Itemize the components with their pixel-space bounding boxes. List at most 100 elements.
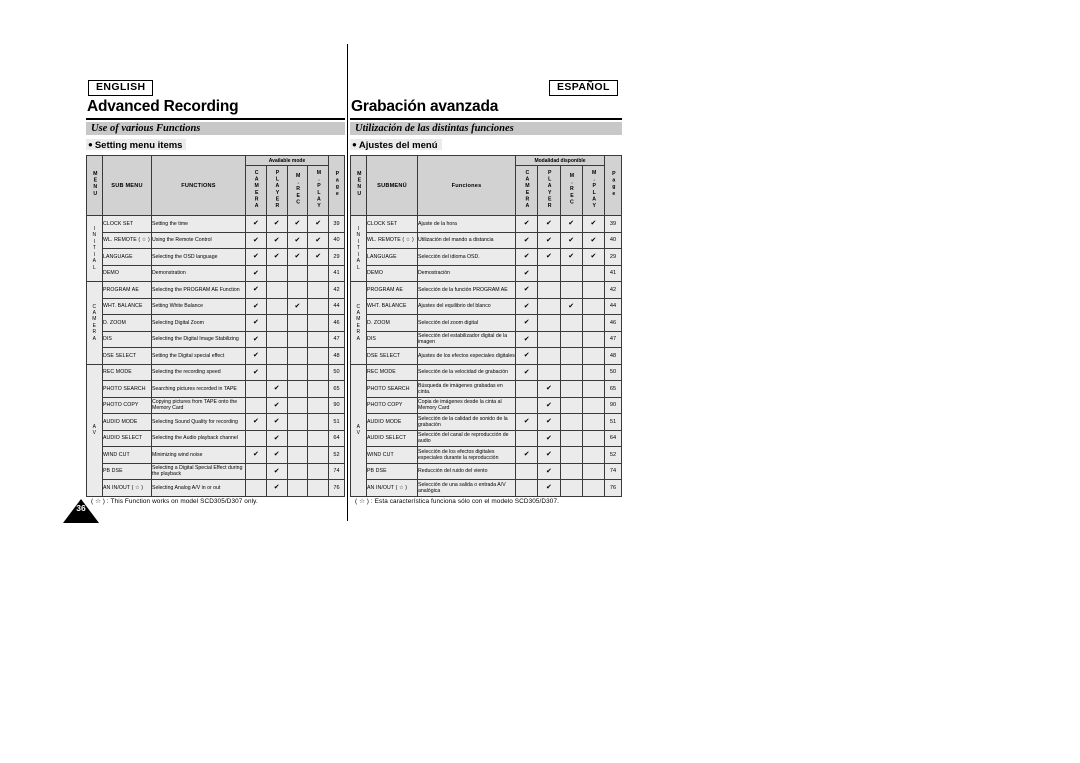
cell-function: Utilización del mando a distancia [417, 231, 516, 249]
table-row: A V REC MODE Selección de la velocidad de g… [350, 363, 622, 497]
cell-mode-mrec [286, 396, 309, 414]
footnote-spanish: ( ☆ ) : Esta característica funciona sól… [355, 498, 559, 505]
header-mode-player: PLAYER [537, 165, 561, 216]
cell-page: 74 [604, 462, 622, 480]
cell-sub-menu: PHOTO SEARCH [102, 380, 152, 398]
manual-page: ENGLISH Advanced Recording Use of variou… [0, 0, 1080, 763]
cell-mode-mrec [559, 314, 583, 332]
cell-mode-camera: ✔ [514, 363, 539, 381]
cell-mode-mrec: ✔ [559, 297, 583, 315]
cell-function: Ajustes del equilibrio del blanco [417, 297, 516, 315]
cell-mode-mrec [286, 264, 309, 282]
cell-mode-player: ✔ [537, 215, 561, 233]
menu-items-table-spanish: MENU SUBMENÚ Funciones Modalidad disponible… [350, 155, 622, 497]
cell-sub-menu: WIND CUT [102, 446, 152, 464]
cell-mode-mplay [581, 264, 606, 282]
cell-mode-player [265, 314, 288, 332]
cell-mode-mrec [559, 281, 583, 299]
table-row: D. ZOOM Selección del zoom digital ✔ 46 [351, 314, 622, 332]
table-row: I N I T I A L CLOCK SET Ajuste de la hora ✔ ✔ ✔ ✔ 39 [350, 215, 622, 282]
cell-sub-menu: REC MODE [102, 363, 152, 381]
table-row: I N I T I A L CLOCK SET Setting the time ✔ ✔ ✔ ✔ 39 [86, 215, 345, 282]
cell-sub-menu: LANGUAGE [102, 248, 152, 266]
cell-mode-mrec [559, 446, 583, 464]
table-row: AN IN/OUT ( ☆ ) Selección de una salida o… [351, 479, 622, 497]
cell-mode-mplay [581, 330, 606, 348]
cell-mode-mrec [559, 380, 583, 398]
cell-mode-camera: ✔ [514, 446, 539, 464]
cell-mode-mplay [581, 479, 606, 497]
cell-mode-player: ✔ [537, 479, 561, 497]
page-title-spanish: Grabación avanzada [351, 98, 499, 115]
cell-sub-menu: AUDIO SELECT [102, 429, 152, 447]
cell-sub-menu: DEMO [366, 264, 418, 282]
cell-function: Selección del zoom digital [417, 314, 516, 332]
cell-mode-camera: ✔ [245, 215, 267, 233]
cell-sub-menu: PHOTO COPY [102, 396, 152, 414]
cell-mode-camera: ✔ [514, 264, 539, 282]
cell-page: 74 [328, 462, 345, 480]
cell-mode-player [537, 264, 561, 282]
table-row: PB DSE Reducción del ruido del viento ✔ 74 [351, 462, 622, 480]
header-mode-camera: CAMERA [514, 165, 539, 216]
header-sub-menu: SUBMENÚ [366, 155, 418, 216]
table-row: D. ZOOM Selecting Digital Zoom ✔ 46 [87, 314, 345, 332]
language-tag-english: ENGLISH [88, 80, 154, 96]
cell-function: Selección del canal de reproducción de a… [417, 429, 516, 447]
cell-mode-camera: ✔ [245, 248, 267, 266]
cell-mode-mrec: ✔ [286, 231, 309, 249]
cell-mode-player: ✔ [265, 479, 288, 497]
cell-function: Ajuste de la hora [417, 215, 516, 233]
header-functions: Funciones [417, 155, 516, 216]
cell-mode-mplay: ✔ [581, 215, 606, 233]
cell-mode-camera: ✔ [245, 446, 267, 464]
cell-function: Setting White Balance [151, 297, 246, 315]
cell-function: Selección del idioma OSD. [417, 248, 516, 266]
cell-page: 42 [328, 281, 345, 299]
cell-sub-menu: LANGUAGE [366, 248, 418, 266]
table-row: WHT. BALANCE Setting White Balance ✔ ✔ 44 [87, 297, 345, 315]
cell-mode-camera: ✔ [514, 347, 539, 365]
cell-sub-menu: PHOTO COPY [366, 396, 418, 414]
cell-page: 46 [604, 314, 622, 332]
cell-mode-mplay [307, 413, 329, 431]
table-row: AUDIO SELECT Selección del canal de repro… [351, 429, 622, 447]
cell-function: Demonstration [151, 264, 246, 282]
cell-mode-player [537, 363, 561, 381]
cell-mode-mrec: ✔ [559, 231, 583, 249]
cell-page: 44 [328, 297, 345, 315]
cell-sub-menu: AUDIO SELECT [366, 429, 418, 447]
cell-function: Selección de la función PROGRAM AE [417, 281, 516, 299]
cell-sub-menu: WHT. BALANCE [366, 297, 418, 315]
header-mode-player: PLAYER [265, 165, 288, 216]
cell-mode-mplay: ✔ [581, 248, 606, 266]
cell-mode-camera: ✔ [245, 281, 267, 299]
cell-mode-camera: ✔ [514, 248, 539, 266]
cell-page: 64 [328, 429, 345, 447]
cell-mode-mrec [559, 330, 583, 348]
cell-function: Selecting the Audio playback channel [151, 429, 246, 447]
cell-mode-camera: ✔ [245, 297, 267, 315]
cell-sub-menu: WL. REMOTE ( ☆ ) [366, 231, 418, 249]
cell-mode-camera: ✔ [245, 363, 267, 381]
table-row: DSE SELECT Ajustes de los efectos especia… [351, 347, 622, 365]
cell-mode-player: ✔ [537, 446, 561, 464]
cell-page: 39 [604, 215, 622, 233]
cell-mode-camera: ✔ [245, 314, 267, 332]
cell-mode-mplay [581, 314, 606, 332]
cell-mode-camera [245, 396, 267, 414]
title-rule-spanish [350, 118, 622, 120]
cell-mode-camera: ✔ [245, 231, 267, 249]
table-row: DIS Selecting the Digital Image Stabilizi… [87, 330, 345, 348]
cell-mode-mrec [559, 479, 583, 497]
cell-mode-mrec [286, 446, 309, 464]
cell-mode-mplay [581, 446, 606, 464]
cell-mode-mplay [581, 396, 606, 414]
cell-mode-mrec [286, 479, 309, 497]
cell-function: Selecting the recording speed [151, 363, 246, 381]
cell-mode-camera [245, 462, 267, 480]
cell-page: 46 [328, 314, 345, 332]
language-tag-spanish: ESPAÑOL [549, 80, 618, 96]
cell-function: Copia de imágenes desde la cinta al Memo… [417, 396, 516, 414]
table-row: AUDIO MODE Selección de la calidad de son… [351, 413, 622, 431]
